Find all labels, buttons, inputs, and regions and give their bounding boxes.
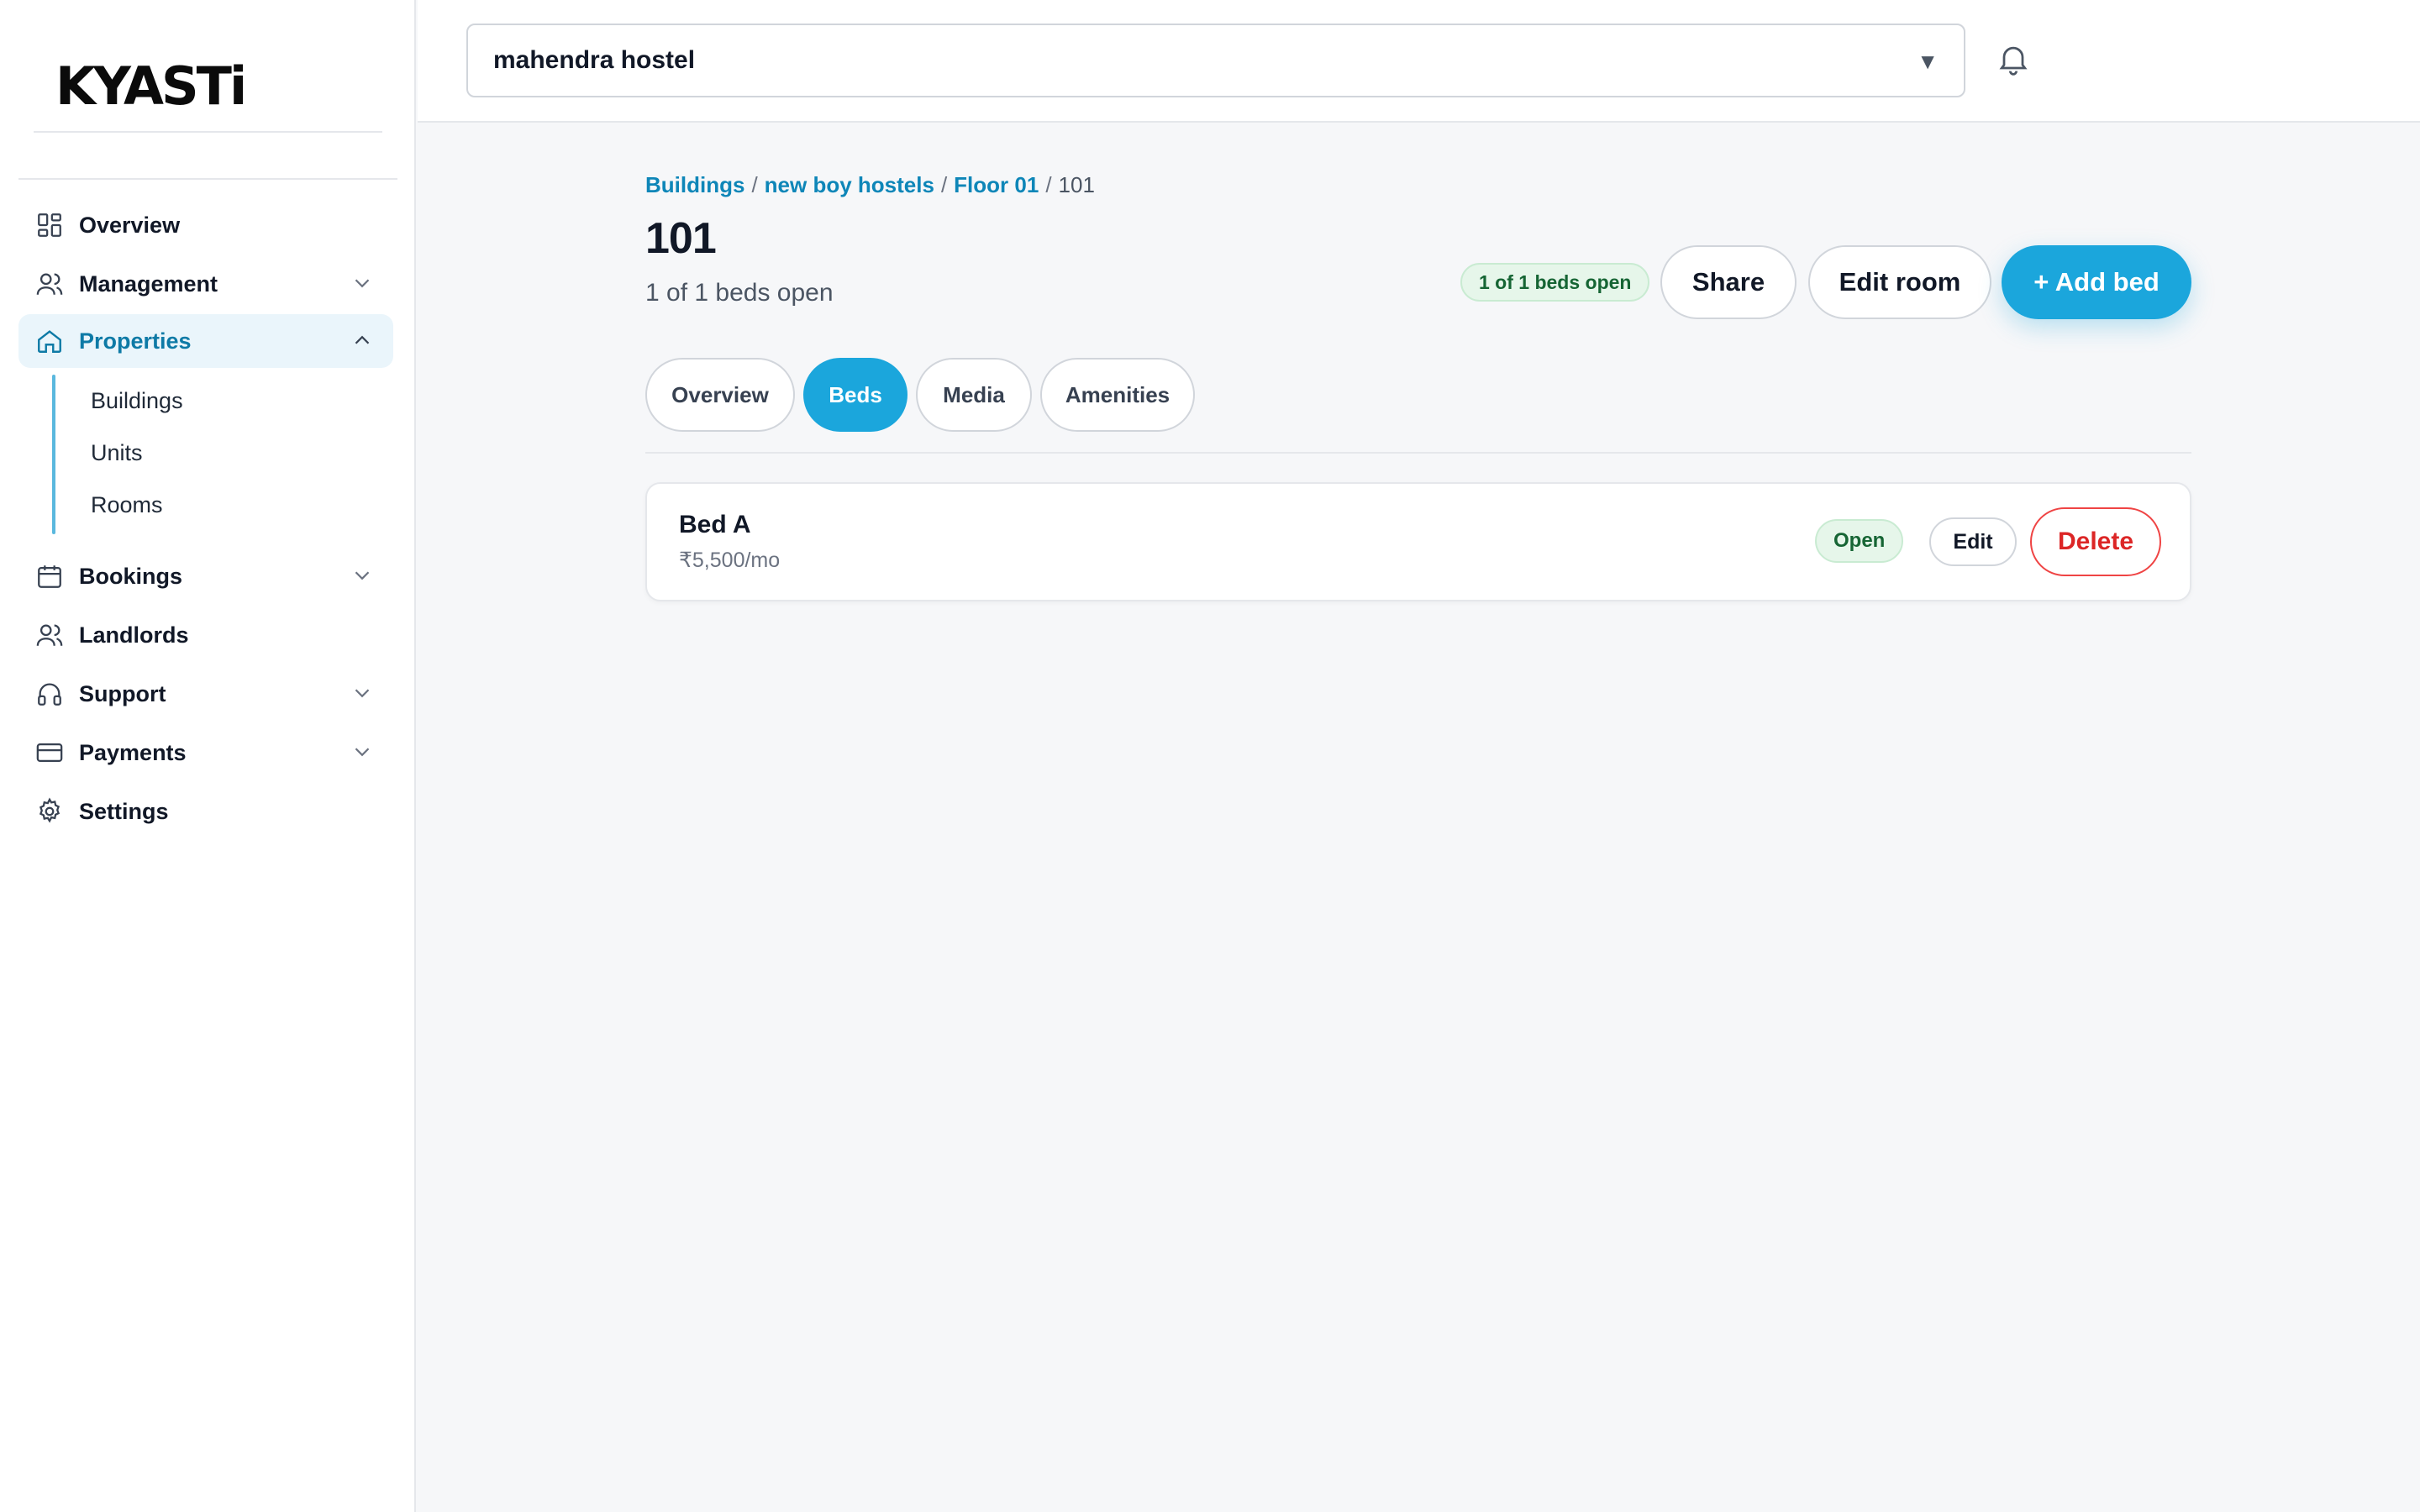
app-root: K YASTi Overview Management Properties B… (0, 0, 2420, 1512)
credit-card-icon (35, 738, 64, 767)
divider (18, 178, 397, 180)
calendar-icon (35, 562, 64, 591)
chevron-down-icon (355, 571, 370, 580)
divider (645, 452, 2191, 454)
sidebar-item-label: Management (79, 270, 218, 297)
bed-name: Bed A (679, 511, 751, 538)
tab-overview[interactable]: Overview (645, 358, 795, 432)
sidebar-item-bookings[interactable]: Bookings (18, 549, 393, 603)
headphones-icon (35, 680, 64, 708)
bell-icon[interactable] (1995, 40, 2032, 77)
sidebar-item-label: Bookings (79, 563, 183, 589)
property-select-value: mahendra hostel (493, 46, 696, 74)
brand-logo[interactable]: K YASTi (55, 55, 247, 117)
divider (34, 131, 382, 133)
logo-rest: YASTi (93, 55, 247, 117)
share-button[interactable]: Share (1660, 245, 1797, 319)
page-title: 101 (645, 214, 717, 263)
sidebar-item-overview[interactable]: Overview (18, 198, 393, 252)
top-bar: mahendra hostel ▼ (418, 0, 2420, 123)
subnav-item-buildings[interactable]: Buildings (91, 388, 183, 414)
chevron-down-icon (355, 748, 370, 757)
sidebar-item-management[interactable]: Management (18, 257, 393, 311)
tab-media[interactable]: Media (916, 358, 1032, 432)
breadcrumb-separator: / (1045, 172, 1052, 197)
breadcrumb-separator: / (751, 172, 758, 197)
chevron-down-icon (355, 689, 370, 698)
delete-bed-button[interactable]: Delete (2030, 507, 2161, 576)
gear-icon (35, 797, 64, 826)
subnav-indicator (52, 375, 55, 534)
sidebar-item-support[interactable]: Support (18, 667, 393, 721)
breadcrumb-current: 101 (1058, 172, 1095, 197)
sidebar-item-label: Overview (79, 212, 181, 238)
users-icon (35, 621, 64, 649)
edit-room-button[interactable]: Edit room (1808, 245, 1991, 319)
page-subtitle: 1 of 1 beds open (645, 279, 834, 307)
sidebar-item-payments[interactable]: Payments (18, 726, 393, 780)
sidebar-item-label: Payments (79, 739, 187, 765)
logo-k: K (55, 55, 96, 117)
sidebar-item-settings[interactable]: Settings (18, 785, 393, 838)
sidebar-item-properties[interactable]: Properties (18, 314, 393, 368)
bed-price: ₹5,500/mo (679, 549, 781, 572)
bed-status-badge: Open (1815, 519, 1904, 563)
caret-down-icon: ▼ (1917, 49, 1939, 74)
breadcrumb-building[interactable]: new boy hostels (765, 172, 934, 198)
edit-bed-button[interactable]: Edit (1929, 517, 2017, 566)
subnav-item-units[interactable]: Units (91, 440, 143, 466)
bed-card: Bed A ₹5,500/mo Open Edit Delete (645, 482, 2191, 601)
users-icon (35, 270, 64, 298)
add-bed-button[interactable]: + Add bed (2002, 245, 2191, 319)
subnav-item-rooms[interactable]: Rooms (91, 492, 163, 518)
sidebar-item-label: Support (79, 680, 166, 706)
breadcrumb-floor[interactable]: Floor 01 (954, 172, 1039, 198)
chevron-up-icon (355, 335, 370, 344)
tab-amenities[interactable]: Amenities (1040, 358, 1195, 432)
sidebar-item-label: Settings (79, 798, 169, 824)
sidebar-item-label: Landlords (79, 622, 189, 648)
breadcrumb-separator: / (940, 172, 948, 197)
breadcrumb-buildings[interactable]: Buildings (645, 172, 744, 198)
home-icon (35, 327, 64, 355)
sidebar-item-label: Properties (79, 328, 192, 354)
chevron-down-icon (355, 279, 370, 288)
sidebar: K YASTi Overview Management Properties B… (0, 0, 416, 1512)
property-select[interactable]: mahendra hostel ▼ (466, 24, 1965, 97)
breadcrumb: Buildings / new boy hostels / Floor 01 /… (645, 172, 1095, 198)
status-badge: 1 of 1 beds open (1460, 263, 1650, 302)
grid-icon (35, 211, 64, 239)
tab-beds[interactable]: Beds (803, 358, 908, 432)
sidebar-item-landlords[interactable]: Landlords (18, 608, 393, 662)
